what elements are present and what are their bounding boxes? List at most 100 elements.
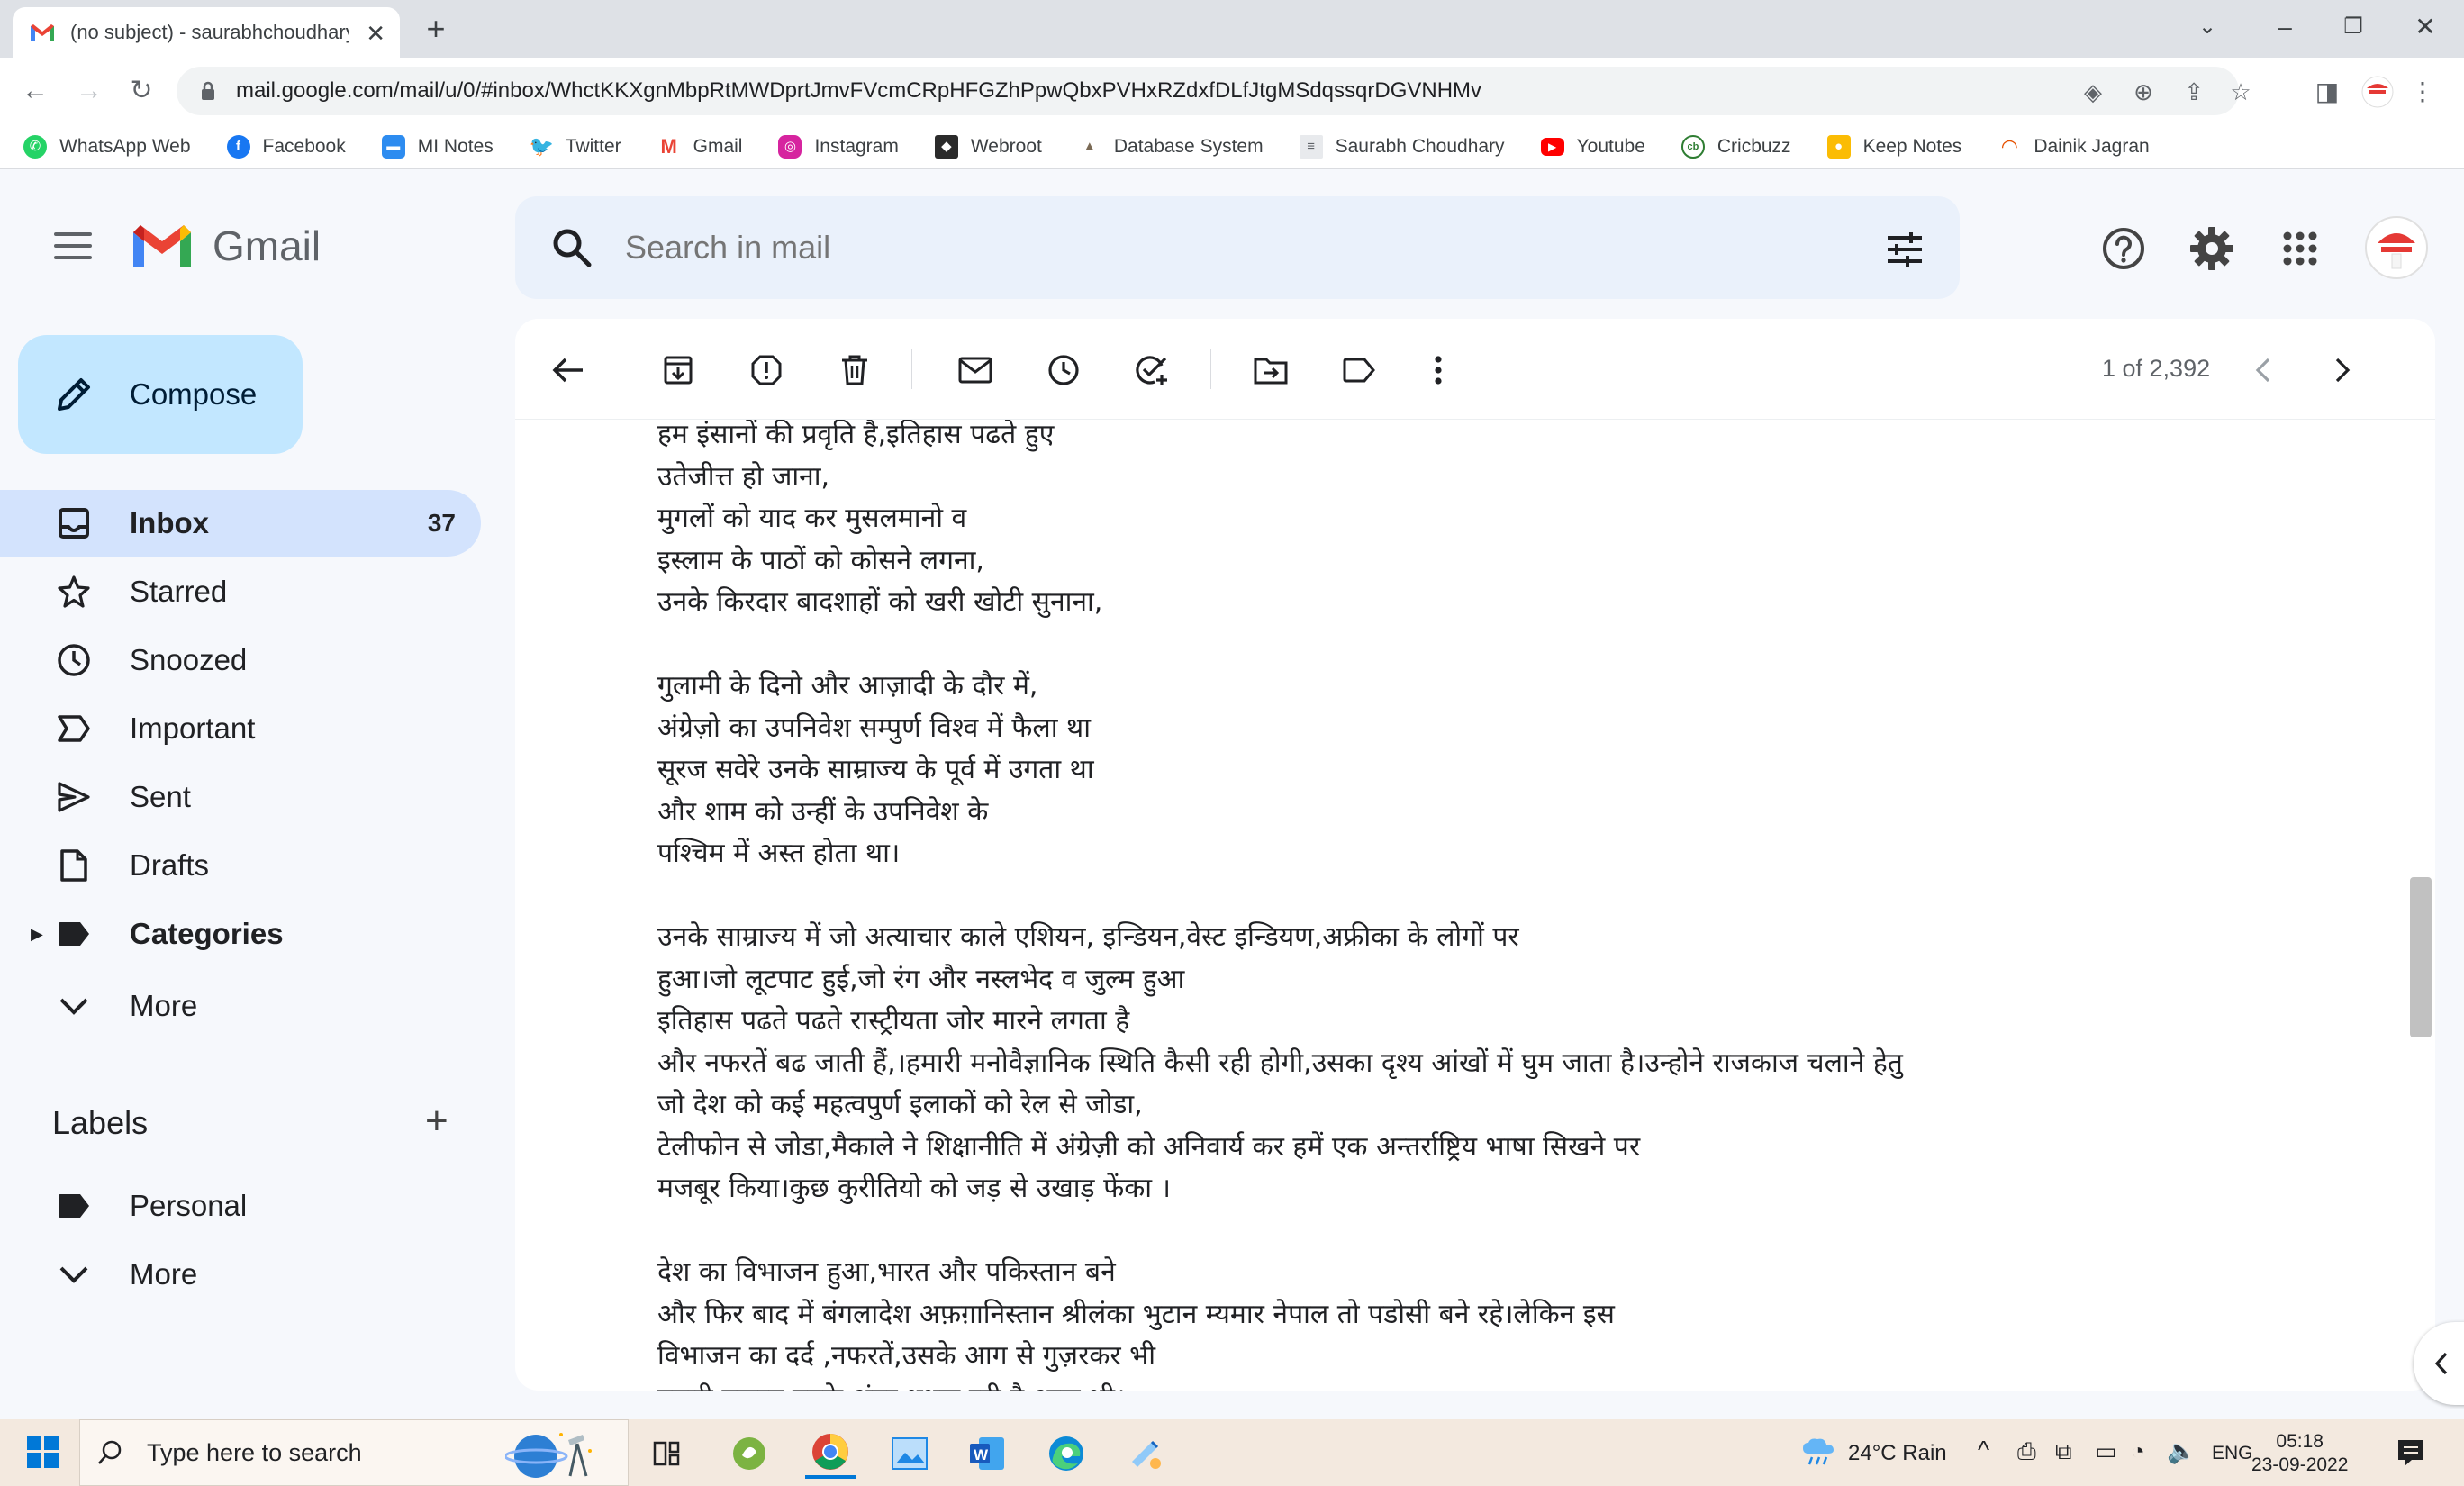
restore-button[interactable]: ❐ — [2322, 7, 2385, 47]
more-options-icon[interactable] — [1418, 349, 1459, 391]
paint-app-icon[interactable] — [1120, 1428, 1171, 1479]
reload-button[interactable]: ↻ — [122, 72, 160, 110]
input-language[interactable]: ENG — [2212, 1443, 2253, 1464]
newer-chevron-left-icon[interactable] — [2242, 349, 2284, 391]
email-body-line: इतिहास पढते पढते रास्ट्रीयता जोर मारने ल… — [657, 1005, 1130, 1037]
sidebar-label-personal[interactable]: Personal — [0, 1173, 481, 1239]
delete-trash-icon[interactable] — [834, 349, 875, 391]
label-tag-icon[interactable] — [1338, 349, 1380, 391]
wifi-icon[interactable]: ◔ — [2131, 1437, 2145, 1465]
tab-search-icon[interactable]: ⌄ — [2176, 7, 2239, 47]
minimize-button[interactable]: – — [2253, 7, 2316, 47]
chrome-taskbar-icon[interactable] — [805, 1428, 856, 1479]
add-to-tasks-icon[interactable] — [1131, 349, 1173, 391]
help-icon[interactable] — [2100, 225, 2147, 272]
email-body-line: गुलामी के दिनो और आज़ादी के दौर में, — [657, 670, 1038, 702]
sidebar-item-drafts[interactable]: Drafts — [0, 832, 481, 899]
tablet-mode-icon[interactable]: ⧉ — [2055, 1437, 2072, 1466]
bookmark-webroot[interactable]: ◆ Webroot — [934, 134, 1042, 159]
email-body-line: हम इंसानों की प्रवृति है,इतिहास पढते हुए — [657, 419, 1055, 450]
email-body-line: मजबूर किया।कुछ कुरीतियो को जड़ से उखाड़ … — [657, 1173, 1171, 1204]
bookmark-instagram[interactable]: ◎ Instagram — [778, 134, 899, 159]
forward-button[interactable]: → — [70, 72, 108, 110]
image-viewer-icon[interactable] — [884, 1428, 935, 1479]
scrollbar-thumb[interactable] — [2410, 877, 2432, 1037]
battery-icon[interactable]: ▭ — [2095, 1437, 2117, 1465]
sidebar-item-inbox[interactable]: Inbox 37 — [0, 490, 481, 557]
taskbar-clock[interactable]: 05:18 23-09-2022 — [2251, 1430, 2348, 1477]
account-avatar[interactable] — [2365, 216, 2428, 279]
back-to-inbox-icon[interactable] — [548, 349, 589, 391]
sidebar-item-snoozed[interactable]: Snoozed — [0, 627, 481, 693]
sidebar-item-label: Personal — [130, 1189, 248, 1222]
gmail-logo[interactable]: Gmail — [130, 222, 321, 270]
zoom-icon[interactable]: ⊕ — [2127, 76, 2160, 108]
compose-button[interactable]: Compose — [18, 335, 303, 454]
notifications-icon[interactable] — [2396, 1437, 2426, 1468]
bookmark-saurabh-choudhary[interactable]: ≡ Saurabh Choudhary — [1299, 134, 1505, 159]
taskbar-search-box[interactable]: Type here to search — [79, 1419, 629, 1486]
bookmark-youtube[interactable]: ▶ Youtube — [1540, 136, 1645, 158]
browser-tab[interactable]: (no subject) - saurabhchoudhary ✕ — [13, 7, 400, 58]
google-apps-icon[interactable] — [2277, 225, 2324, 272]
word-icon[interactable]: W — [962, 1428, 1012, 1479]
side-panel-icon[interactable]: ◨ — [2309, 74, 2345, 110]
bookmark-facebook[interactable]: f Facebook — [226, 134, 346, 159]
bookmark-gmail[interactable]: M Gmail — [657, 135, 742, 159]
bookmark-star-icon[interactable]: ☆ — [2224, 76, 2257, 108]
add-label-button[interactable]: + — [425, 1099, 448, 1144]
profile-icon[interactable] — [2360, 74, 2396, 110]
sidebar-item-more[interactable]: More — [0, 973, 481, 1039]
windows-start-icon[interactable] — [27, 1436, 59, 1468]
bookmark-database-system[interactable]: ▲ Database System — [1078, 135, 1263, 159]
tracking-icon[interactable]: ◈ — [2077, 76, 2109, 108]
expand-arrow-icon[interactable]: ▶ — [31, 925, 43, 944]
tray-chevron-up-icon[interactable]: ^ — [1978, 1436, 1989, 1464]
bookmark-whatsapp[interactable]: ✆ WhatsApp Web — [23, 134, 191, 159]
close-window-button[interactable]: ✕ — [2394, 7, 2457, 47]
main-menu-icon[interactable] — [54, 232, 92, 263]
sidebar-item-sent[interactable]: Sent — [0, 764, 481, 830]
email-body-line: इस्लाम के पाठों को कोसने लगना, — [657, 544, 984, 576]
weather-text[interactable]: 24°C Rain — [1848, 1441, 1947, 1466]
older-chevron-right-icon[interactable] — [2322, 349, 2363, 391]
report-spam-icon[interactable] — [746, 349, 787, 391]
inbox-unread-count: 37 — [427, 509, 456, 537]
close-tab-icon[interactable]: ✕ — [366, 20, 385, 48]
sidebar-item-starred[interactable]: Starred — [0, 558, 481, 625]
database-icon: ▲ — [1083, 138, 1097, 154]
lock-icon — [202, 81, 214, 100]
snooze-clock-icon[interactable] — [1043, 349, 1084, 391]
task-view-icon[interactable] — [641, 1428, 692, 1479]
message-toolbar: 1 of 2,392 — [515, 319, 2435, 420]
bookmark-keep-notes[interactable]: ● Keep Notes — [1826, 134, 1961, 159]
mark-unread-mail-icon[interactable] — [955, 349, 996, 391]
sidebar-item-categories[interactable]: ▶ Categories — [0, 901, 481, 967]
share-icon[interactable]: ⇪ — [2178, 76, 2210, 108]
meet-now-icon[interactable]: ⎙ — [2017, 1437, 2036, 1466]
green-app-icon[interactable] — [724, 1428, 775, 1479]
email-body-line: जो देश को कई महत्वपुर्ण इलाकों को रेल से… — [657, 1089, 1143, 1120]
bookmark-twitter[interactable]: 🐦 Twitter — [530, 135, 621, 159]
bookmark-cricbuzz[interactable]: cb Cricbuzz — [1680, 134, 1791, 159]
edge-icon[interactable] — [1041, 1428, 1092, 1479]
move-to-folder-icon[interactable] — [1250, 349, 1291, 391]
pagination-text: 1 of 2,392 — [2102, 355, 2211, 382]
chrome-menu-icon[interactable]: ⋮ — [2405, 74, 2441, 110]
new-tab-button[interactable]: + — [418, 11, 454, 47]
bookmark-mi-notes[interactable]: ▬ MI Notes — [381, 134, 494, 159]
search-bar[interactable] — [515, 196, 1960, 299]
archive-icon[interactable] — [657, 349, 699, 391]
sidebar-labels-more[interactable]: More — [0, 1241, 481, 1308]
settings-gear-icon[interactable] — [2188, 225, 2235, 272]
search-icon[interactable] — [551, 227, 593, 268]
sidebar-item-important[interactable]: Important — [0, 695, 481, 762]
instagram-icon: ◎ — [778, 134, 802, 159]
weather-rain-icon[interactable] — [1801, 1437, 1835, 1468]
search-options-icon[interactable] — [1886, 231, 1924, 268]
bookmark-dainik-jagran[interactable]: ◠ Dainik Jagran — [1997, 135, 2150, 159]
back-button[interactable]: ← — [16, 72, 54, 110]
address-bar[interactable]: mail.google.com/mail/u/0/#inbox/WhctKKXg… — [177, 67, 2251, 115]
search-input[interactable] — [625, 229, 1796, 267]
volume-icon[interactable]: 🔈 — [2167, 1437, 2196, 1465]
